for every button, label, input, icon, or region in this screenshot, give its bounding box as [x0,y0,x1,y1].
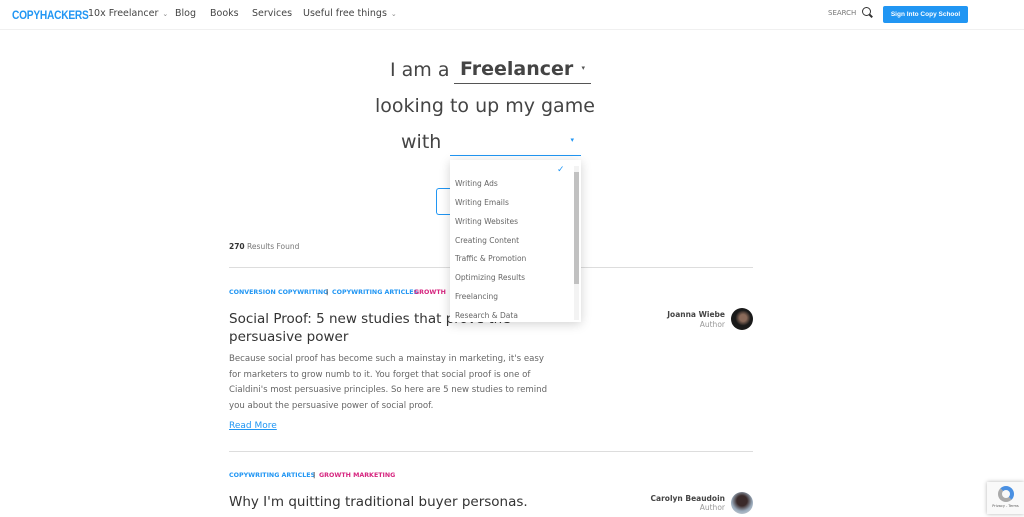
results-label: Results Found [247,242,300,251]
author-name[interactable]: Carolyn Beaudoin [605,494,725,503]
dropdown-option[interactable]: Freelancing [455,292,498,301]
recaptcha-badge[interactable]: Privacy - Terms [987,482,1024,514]
category-link[interactable]: COPYWRITING ARTICLES [229,472,315,479]
separator: | [326,289,329,296]
article-title[interactable]: Why I'm quitting traditional buyer perso… [229,493,549,511]
nav-label: Useful free things [303,8,387,19]
nav-useful-free-things[interactable]: Useful free things ⌄ [303,8,397,19]
role-select[interactable]: Freelancer ▾ [454,56,591,84]
category-link[interactable]: GROWTH [414,289,446,296]
recaptcha-links[interactable]: Privacy - Terms [987,504,1024,508]
count: 270 [229,242,245,251]
article-excerpt: Because social proof has become such a m… [229,354,548,411]
article-categories: CONVERSION COPYWRITING | COPYWRITING ART… [229,289,449,299]
article-categories: COPYWRITING ARTICLES | GROWTH MARKETING [229,472,449,482]
hero-with: with [401,131,442,153]
nav-label: 10x Freelancer [88,8,159,19]
caret-down-icon: ▾ [570,136,574,144]
avatar[interactable] [731,492,753,514]
dropdown-option[interactable]: Writing Emails [455,198,509,207]
chevron-down-icon: ⌄ [390,10,397,18]
avatar[interactable] [731,308,753,330]
top-nav: COPYHACKERS 10x Freelancer ⌄ Blog Books S… [0,0,1024,30]
search-icon[interactable] [862,7,871,16]
dropdown-option[interactable]: Creating Content [455,236,519,245]
author-name[interactable]: Joanna Wiebe [605,310,725,319]
read-more-link[interactable]: Read More [229,421,277,431]
hero-line2: looking to up my game [375,95,595,117]
dropdown-option[interactable]: Writing Websites [455,217,518,226]
nav-services[interactable]: Services [252,8,292,19]
nav-10x-freelancer[interactable]: 10x Freelancer ⌄ [88,8,168,19]
nav-blog[interactable]: Blog [175,8,196,19]
logo[interactable]: COPYHACKERS [12,8,89,22]
topic-select[interactable]: ▾ [450,130,581,156]
topic-dropdown-menu: ✓ Writing Ads Writing Emails Writing Web… [450,160,581,322]
caret-down-icon: ▾ [581,64,585,72]
dropdown-scrollbar[interactable] [574,166,579,320]
chevron-down-icon: ⌄ [162,10,169,18]
author-role: Author [699,320,725,329]
dropdown-option[interactable]: Traffic & Promotion [455,254,526,263]
dropdown-option[interactable]: Research & Data [455,311,518,320]
scrollbar-thumb[interactable] [574,172,579,284]
separator: | [313,472,316,479]
divider [229,451,753,452]
sign-in-button[interactable]: Sign Into Copy School [883,6,968,23]
author-role: Author [699,503,725,512]
category-link[interactable]: GROWTH MARKETING [319,472,395,479]
role-value: Freelancer [460,58,574,80]
checkmark-icon: ✓ [557,165,565,175]
search-label[interactable]: SEARCH [828,9,856,17]
recaptcha-icon [997,486,1014,502]
category-link[interactable]: CONVERSION COPYWRITING [229,289,328,296]
submit-button[interactable] [436,188,450,215]
nav-books[interactable]: Books [210,8,239,19]
dropdown-option[interactable]: Optimizing Results [455,273,525,282]
category-link[interactable]: COPYWRITING ARTICLES [332,289,418,296]
dropdown-option[interactable]: Writing Ads [455,179,498,188]
results-count: 270 Results Found [229,242,299,251]
hero-prefix: I am a [390,59,450,81]
